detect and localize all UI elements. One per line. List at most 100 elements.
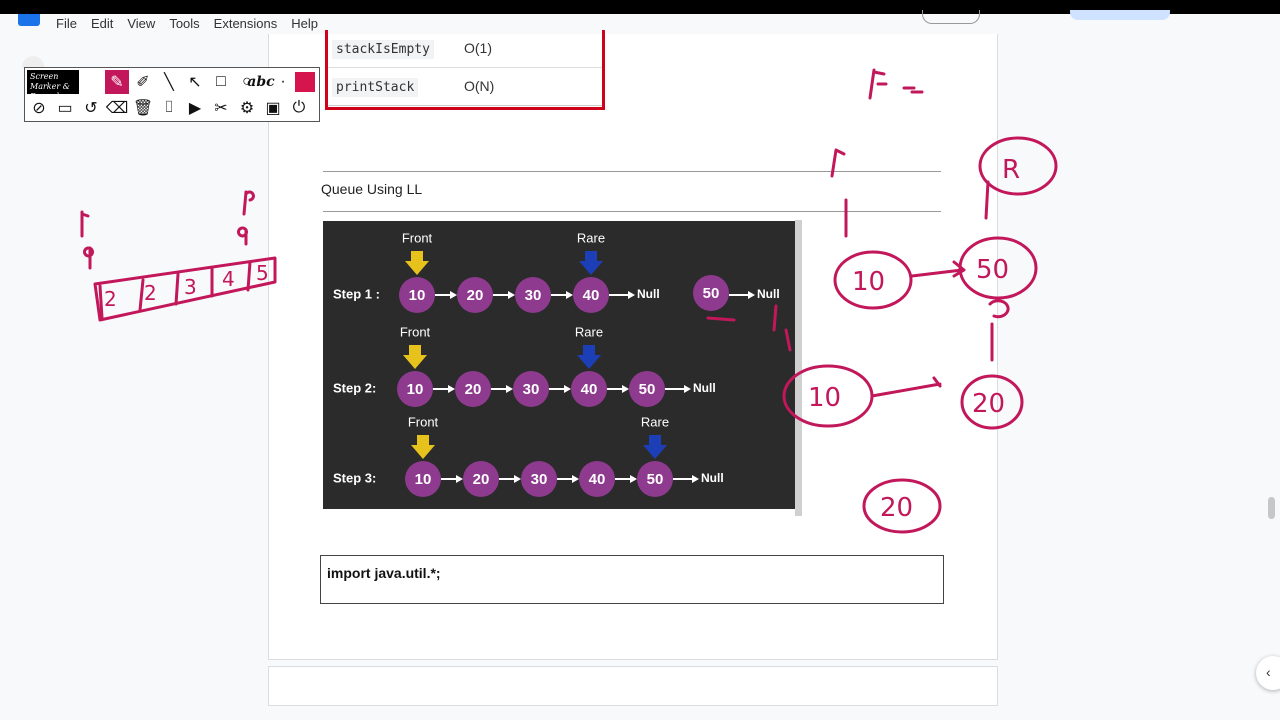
step-label: Step 3:	[333, 470, 376, 485]
line-icon[interactable]: ╲	[157, 70, 181, 94]
list-node-value: 10	[409, 287, 426, 304]
arrow-icon[interactable]: ↖	[183, 70, 207, 94]
step-label: Step 2:	[333, 380, 376, 395]
code-block[interactable]: import java.util.*;	[320, 555, 944, 604]
table-row: printStack O(N)	[328, 68, 602, 106]
null-label: Null	[637, 287, 660, 301]
front-label: Front	[408, 414, 439, 429]
operation-complexity: O(N)	[464, 78, 495, 94]
array-cell: 4	[222, 267, 235, 291]
front-arrow	[405, 251, 429, 275]
list-node-value: 10	[415, 471, 432, 488]
list-arrow-head	[748, 291, 755, 299]
list-arrow-head	[514, 475, 521, 483]
list-arrow-head	[628, 291, 635, 299]
list-node-value: 30	[531, 471, 548, 488]
window-icon[interactable]: ▣	[261, 96, 285, 120]
rectangle-icon[interactable]: □	[209, 70, 233, 94]
array-cell: 2	[104, 287, 117, 311]
menu-help[interactable]: Help	[291, 16, 318, 31]
share-button[interactable]	[1070, 10, 1170, 20]
rear-arrow	[579, 251, 603, 275]
undo-icon[interactable]: ↺	[79, 96, 103, 120]
video-icon[interactable]: ▶	[183, 96, 207, 120]
list-node-value: 10	[407, 381, 424, 398]
list-node-value: 40	[583, 287, 600, 304]
rear-label: Rare	[577, 230, 605, 245]
camera-icon[interactable]: ⌷	[157, 96, 181, 120]
null-label: Null	[757, 287, 780, 301]
operation-name: stackIsEmpty	[332, 40, 434, 59]
chevron-left-icon: ‹	[1266, 664, 1271, 680]
rear-label: Rare	[641, 414, 669, 429]
list-arrow-head	[448, 385, 455, 393]
rear-arrow	[577, 345, 601, 369]
screen-marker-toolbar: Screen Marker & Recorder ✎ ✐ ╲ ↖ □ ○ abc…	[24, 67, 320, 122]
rear-arrow	[643, 435, 667, 459]
list-arrow-head	[684, 385, 691, 393]
queue-diagram-image: Step 1 : 10 20 30 40 Null Front Rare 50 Null Step …	[323, 221, 795, 509]
next-page	[268, 666, 998, 706]
null-label: Null	[693, 381, 716, 395]
list-node-value: 30	[525, 287, 542, 304]
docs-logo-icon[interactable]	[18, 14, 40, 26]
array-cell: 2	[144, 281, 157, 305]
pen-icon[interactable]: ✎	[105, 70, 129, 94]
side-panel-toggle-button[interactable]: ‹	[1256, 656, 1280, 690]
list-arrow-head	[692, 475, 699, 483]
list-arrow-head	[564, 385, 571, 393]
list-node-value: 20	[467, 287, 484, 304]
menu-file[interactable]: File	[56, 16, 77, 31]
highlighter-icon[interactable]: ✐	[131, 70, 155, 94]
complexity-table: stackIsEmpty O(1) printStack O(N)	[325, 30, 605, 110]
list-arrow-head	[622, 385, 629, 393]
operation-complexity: O(1)	[464, 40, 492, 56]
hide-icon[interactable]: ⊘	[27, 96, 51, 120]
rear-label: Rare	[575, 324, 603, 339]
menu-edit[interactable]: Edit	[91, 16, 113, 31]
array-cell: 5	[256, 261, 269, 285]
page-scrollbar-thumb[interactable]	[1268, 497, 1275, 519]
list-node-value: 40	[589, 471, 606, 488]
meet-button[interactable]	[922, 10, 980, 24]
list-node-value: 30	[523, 381, 540, 398]
list-arrow-head	[508, 291, 515, 299]
menu-view[interactable]: View	[127, 16, 155, 31]
screen-icon[interactable]: ▭	[53, 96, 77, 120]
list-node-value: 40	[581, 381, 598, 398]
divider	[323, 171, 941, 172]
operation-name: printStack	[332, 78, 419, 97]
list-arrow-head	[450, 291, 457, 299]
color-picker[interactable]	[295, 72, 315, 92]
list-node-value: 50	[639, 381, 656, 398]
menu-items: File Edit View Tools Extensions Help	[56, 16, 318, 31]
list-arrow-head	[566, 291, 573, 299]
list-arrow-head	[572, 475, 579, 483]
settings-icon[interactable]: ⚙	[235, 96, 259, 120]
document-page: stackIsEmpty O(1) printStack O(N) Queue …	[268, 30, 998, 660]
screen-marker-logo: Screen Marker & Recorder	[27, 70, 79, 101]
list-node-value: 20	[473, 471, 490, 488]
annotation-label: R	[1002, 155, 1020, 185]
list-arrow-head	[506, 385, 513, 393]
power-icon[interactable]: ⏻	[287, 96, 311, 120]
eraser-icon[interactable]: ⌫	[105, 96, 129, 120]
image-scrollbar	[795, 220, 802, 516]
dot-icon[interactable]: ·	[271, 70, 295, 94]
null-label: Null	[701, 471, 724, 485]
list-arrow-head	[456, 475, 463, 483]
front-arrow	[403, 345, 427, 369]
front-arrow	[411, 435, 435, 459]
brush-icon[interactable]: ✂	[209, 96, 233, 120]
table-row: stackIsEmpty O(1)	[328, 30, 602, 68]
front-label: Front	[400, 324, 431, 339]
section-title: Queue Using LL	[321, 181, 423, 197]
trash-icon[interactable]: 🗑	[131, 96, 155, 120]
list-node-value: 20	[465, 381, 482, 398]
list-node-value: 50	[703, 285, 720, 302]
menu-tools[interactable]: Tools	[169, 16, 199, 31]
list-node-value: 50	[647, 471, 664, 488]
array-cell: 3	[184, 275, 197, 299]
divider	[323, 211, 941, 212]
menu-extensions[interactable]: Extensions	[214, 16, 278, 31]
